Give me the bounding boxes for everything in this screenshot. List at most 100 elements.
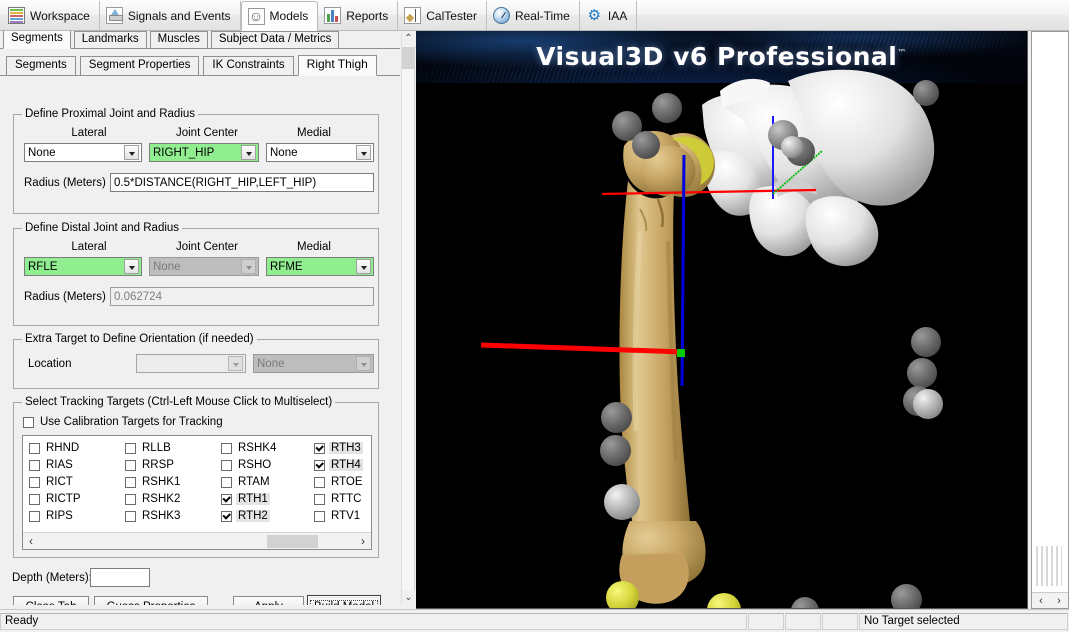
tracking-target-rrsp[interactable]: RRSP: [125, 459, 176, 471]
checkbox-icon: [314, 511, 325, 522]
3d-viewport[interactable]: Visual3D v6 Professional™: [416, 31, 1028, 609]
marker-sphere[interactable]: [601, 402, 632, 433]
distal-group-legend: Define Distal Joint and Radius: [22, 222, 182, 234]
depth-input[interactable]: [90, 568, 150, 587]
distal-radius-input[interactable]: 0.062724: [110, 287, 374, 306]
proximal-radius-input[interactable]: 0.5*DISTANCE(RIGHT_HIP,LEFT_HIP): [110, 173, 374, 192]
marker-sphere[interactable]: [632, 131, 660, 159]
distal-medial-combo[interactable]: RFME: [266, 257, 374, 276]
chevron-down-icon[interactable]: [356, 145, 371, 160]
tracking-target-rips[interactable]: RIPS: [29, 510, 75, 522]
tracking-target-rhnd[interactable]: RHND: [29, 442, 81, 454]
hscroll-thumb[interactable]: [267, 535, 318, 548]
tracking-target-rttc[interactable]: RTTC: [314, 493, 363, 505]
toolbar-button-reports[interactable]: Reports: [318, 1, 398, 30]
toolbar-button-caltester[interactable]: CalTester: [398, 1, 487, 30]
tab-muscles[interactable]: Muscles: [150, 31, 208, 48]
toolbar-button-real-time[interactable]: Real-Time: [487, 1, 580, 30]
marker-sphere[interactable]: [891, 584, 922, 609]
proximal-joint-center-combo[interactable]: RIGHT_HIP: [149, 143, 259, 162]
marker-sphere[interactable]: [604, 484, 640, 520]
tracking-target-rsho[interactable]: RSHO: [221, 459, 273, 471]
checkbox-icon: [125, 460, 136, 471]
secondary-tab-strip: Segments Segment Properties IK Constrain…: [0, 55, 400, 76]
chevron-down-icon[interactable]: [124, 259, 139, 274]
tracking-list-hscrollbar[interactable]: ‹ ›: [23, 532, 371, 549]
tracking-target-rtam[interactable]: RTAM: [221, 476, 272, 488]
tracking-targets-listbox[interactable]: RHND RIAS RICT RICTP RIPS RLLB RRSP RSHK…: [22, 435, 372, 550]
scroll-left-icon[interactable]: ‹: [23, 534, 39, 548]
checkbox-icon: [125, 511, 136, 522]
distal-joint-center-combo: None: [149, 257, 259, 276]
tab-ik-constraints[interactable]: IK Constraints: [203, 56, 293, 75]
toolbar-button-workspace[interactable]: Workspace: [2, 1, 100, 30]
tab-segments-primary[interactable]: Segments: [3, 31, 71, 49]
distal-lateral-combo[interactable]: RFLE: [24, 257, 142, 276]
scroll-down-icon[interactable]: ⌄: [402, 590, 415, 605]
tracking-target-rtoe[interactable]: RTOE: [314, 476, 365, 488]
tracking-target-rth2[interactable]: RTH2: [221, 510, 270, 522]
marker-sphere[interactable]: [911, 327, 941, 357]
toolbar-label-real-time: Real-Time: [515, 9, 570, 23]
proximal-radius-label: Radius (Meters): [24, 177, 106, 189]
tab-right-thigh[interactable]: Right Thigh: [298, 55, 377, 76]
scroll-up-icon[interactable]: ⌃: [402, 31, 415, 46]
tracking-target-rshk4[interactable]: RSHK4: [221, 442, 278, 454]
distal-medial-value: RFME: [270, 261, 356, 273]
tab-landmarks[interactable]: Landmarks: [74, 31, 147, 48]
checkbox-icon: [221, 511, 232, 522]
chevron-down-icon[interactable]: [241, 145, 256, 160]
tracking-target-rth3[interactable]: RTH3: [314, 442, 363, 454]
right-side-panel[interactable]: ‹ ›: [1031, 31, 1069, 609]
proximal-lateral-combo[interactable]: None: [24, 143, 142, 162]
hscroll-track[interactable]: [39, 534, 355, 549]
tracking-target-rth1[interactable]: RTH1: [221, 493, 270, 505]
distal-lateral-header: Lateral: [24, 241, 154, 253]
toolbar-button-iaa[interactable]: ⚙ IAA: [580, 1, 637, 30]
tracking-target-label: RTH2: [236, 510, 270, 522]
scroll-right-icon[interactable]: ›: [1057, 595, 1061, 607]
tracking-target-rllb[interactable]: RLLB: [125, 442, 173, 454]
guess-properties-button[interactable]: Guess Properties: [94, 596, 208, 605]
marker-sphere[interactable]: [913, 80, 939, 106]
tracking-target-rictp[interactable]: RICTP: [29, 493, 83, 505]
tracking-target-label: RIAS: [44, 459, 75, 471]
toolbar-button-signals-and-events[interactable]: Signals and Events: [100, 1, 241, 30]
scroll-left-icon[interactable]: ‹: [1039, 595, 1043, 607]
tracking-target-label: RSHO: [236, 459, 273, 471]
scroll-right-icon[interactable]: ›: [355, 534, 371, 548]
tracking-target-label: RTH3: [329, 442, 363, 454]
chevron-down-icon[interactable]: [124, 145, 139, 160]
checkbox-icon: [314, 477, 325, 488]
apply-button[interactable]: Apply: [233, 596, 304, 605]
marker-sphere[interactable]: [907, 358, 937, 388]
tab-segment-properties[interactable]: Segment Properties: [80, 56, 200, 75]
marker-sphere[interactable]: [781, 136, 803, 158]
close-tab-button[interactable]: Close Tab: [13, 596, 89, 605]
left-pane-vscrollbar[interactable]: ⌃ ⌄: [401, 31, 415, 605]
marker-sphere[interactable]: [652, 93, 682, 123]
tracking-target-rshk1[interactable]: RSHK1: [125, 476, 182, 488]
tracking-target-rth4[interactable]: RTH4: [314, 459, 363, 471]
marker-sphere-selected-yellow[interactable]: [606, 581, 639, 609]
right-panel-hscrollbar[interactable]: ‹ ›: [1032, 592, 1068, 608]
vscroll-thumb[interactable]: [402, 47, 415, 69]
proximal-medial-combo[interactable]: None: [266, 143, 374, 162]
tab-subject-data-metrics[interactable]: Subject Data / Metrics: [211, 31, 339, 48]
tracking-target-rshk3[interactable]: RSHK3: [125, 510, 182, 522]
checkbox-icon: [125, 443, 136, 454]
tracking-target-rtv1[interactable]: RTV1: [314, 510, 362, 522]
tracking-target-rshk2[interactable]: RSHK2: [125, 493, 182, 505]
tracking-target-rict[interactable]: RICT: [29, 476, 75, 488]
build-model-button[interactable]: Build Model: [307, 595, 381, 605]
tracking-target-rias[interactable]: RIAS: [29, 459, 75, 471]
toolbar-button-models[interactable]: ☺ Models: [241, 1, 319, 31]
chevron-down-icon[interactable]: [356, 259, 371, 274]
proximal-lateral-header: Lateral: [24, 127, 154, 139]
marker-sphere[interactable]: [600, 435, 631, 466]
proximal-medial-header: Medial: [259, 127, 369, 139]
use-calibration-targets-checkbox[interactable]: Use Calibration Targets for Tracking: [23, 416, 225, 428]
marker-sphere[interactable]: [913, 389, 943, 419]
checkbox-icon: [29, 460, 40, 471]
tab-segments-secondary[interactable]: Segments: [6, 56, 76, 75]
